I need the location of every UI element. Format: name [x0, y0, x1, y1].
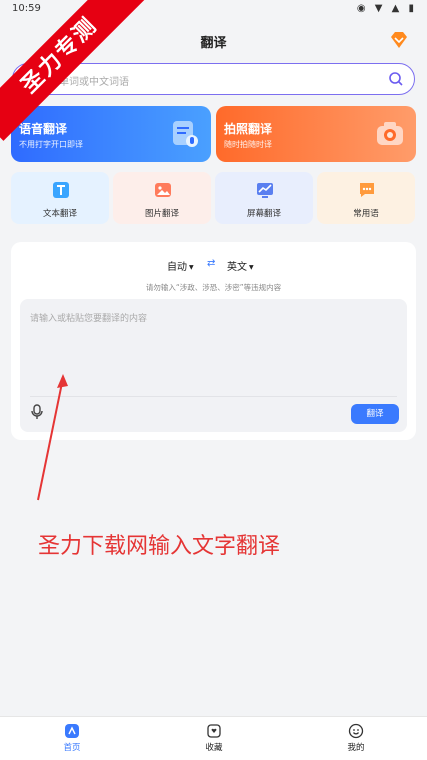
- status-bar: 10:59 ◉ ▼ ▲ ▮: [0, 0, 427, 18]
- translate-button[interactable]: 翻译: [351, 404, 399, 424]
- chevron-down-icon: ▼: [249, 263, 254, 271]
- search-placeholder: 英文单词或中文词语: [39, 77, 129, 88]
- nav-label-favorites: 收藏: [205, 743, 223, 753]
- target-language-label: 英文: [227, 262, 247, 273]
- diamond-icon[interactable]: [389, 30, 409, 50]
- tool-image-translate[interactable]: 图片翻译: [113, 172, 211, 224]
- bottom-nav: 首页 收藏 我的: [0, 716, 427, 760]
- tool-label-text: 文本翻译: [42, 209, 77, 219]
- annotation-text: 圣力下载网输入文字翻译: [38, 534, 281, 559]
- status-icons: ◉ ▼ ▲ ▮: [356, 3, 417, 14]
- language-row: 自动 ▼ ⇄ 英文 ▼: [11, 258, 416, 274]
- bookmark-icon: [207, 724, 221, 738]
- swap-icon[interactable]: ⇄: [207, 258, 215, 269]
- tool-common-phrases[interactable]: 常用语: [317, 172, 415, 224]
- photo-translate-title: 拍照翻译: [224, 122, 273, 136]
- smile-icon: [348, 723, 364, 739]
- camera-icon: [377, 122, 403, 145]
- status-time: 10:59: [12, 3, 41, 14]
- nav-item-home[interactable]: 首页: [42, 723, 102, 753]
- translate-input-placeholder: 请输入或粘贴您要翻译的内容: [30, 314, 148, 324]
- tool-screen-translate[interactable]: 屏幕翻译: [215, 172, 313, 224]
- content-warning-hint: 请勿输入“涉政、涉恐、涉密”等违规内容: [145, 283, 282, 292]
- nav-item-mine[interactable]: 我的: [326, 723, 386, 753]
- source-language-label: 自动: [167, 262, 187, 273]
- voice-translate-subtitle: 不用打字开口即译: [19, 140, 83, 149]
- page-title: 翻译: [200, 36, 227, 51]
- home-icon: [65, 724, 79, 738]
- text-icon: [53, 182, 69, 198]
- divider: [30, 396, 397, 397]
- tool-label-screen: 屏幕翻译: [246, 209, 281, 219]
- nav-item-favorites[interactable]: 收藏: [184, 723, 244, 753]
- nav-label-home: 首页: [63, 743, 81, 753]
- chevron-down-icon: ▼: [189, 263, 194, 271]
- tool-text-translate[interactable]: 文本翻译: [11, 172, 109, 224]
- search-input[interactable]: 英文单词或中文词语: [12, 63, 415, 95]
- screen-icon: [257, 183, 273, 198]
- search-icon[interactable]: [388, 71, 404, 87]
- image-icon: [155, 183, 171, 197]
- tool-label-image: 图片翻译: [144, 209, 179, 219]
- voice-doc-icon: [173, 121, 198, 147]
- photo-translate-subtitle: 随时拍随时译: [224, 140, 272, 149]
- voice-translate-card[interactable]: 语音翻译 不用打字开口即译: [11, 106, 211, 162]
- annotation-arrow: [37, 374, 68, 501]
- chat-icon: [360, 183, 374, 197]
- nav-label-mine: 我的: [347, 743, 365, 753]
- photo-translate-card[interactable]: 拍照翻译 随时拍随时译: [216, 106, 416, 162]
- tool-label-phrases: 常用语: [353, 209, 379, 219]
- source-language-select[interactable]: 自动 ▼: [167, 258, 194, 273]
- voice-translate-title: 语音翻译: [19, 122, 68, 136]
- target-language-select[interactable]: 英文 ▼: [227, 258, 254, 273]
